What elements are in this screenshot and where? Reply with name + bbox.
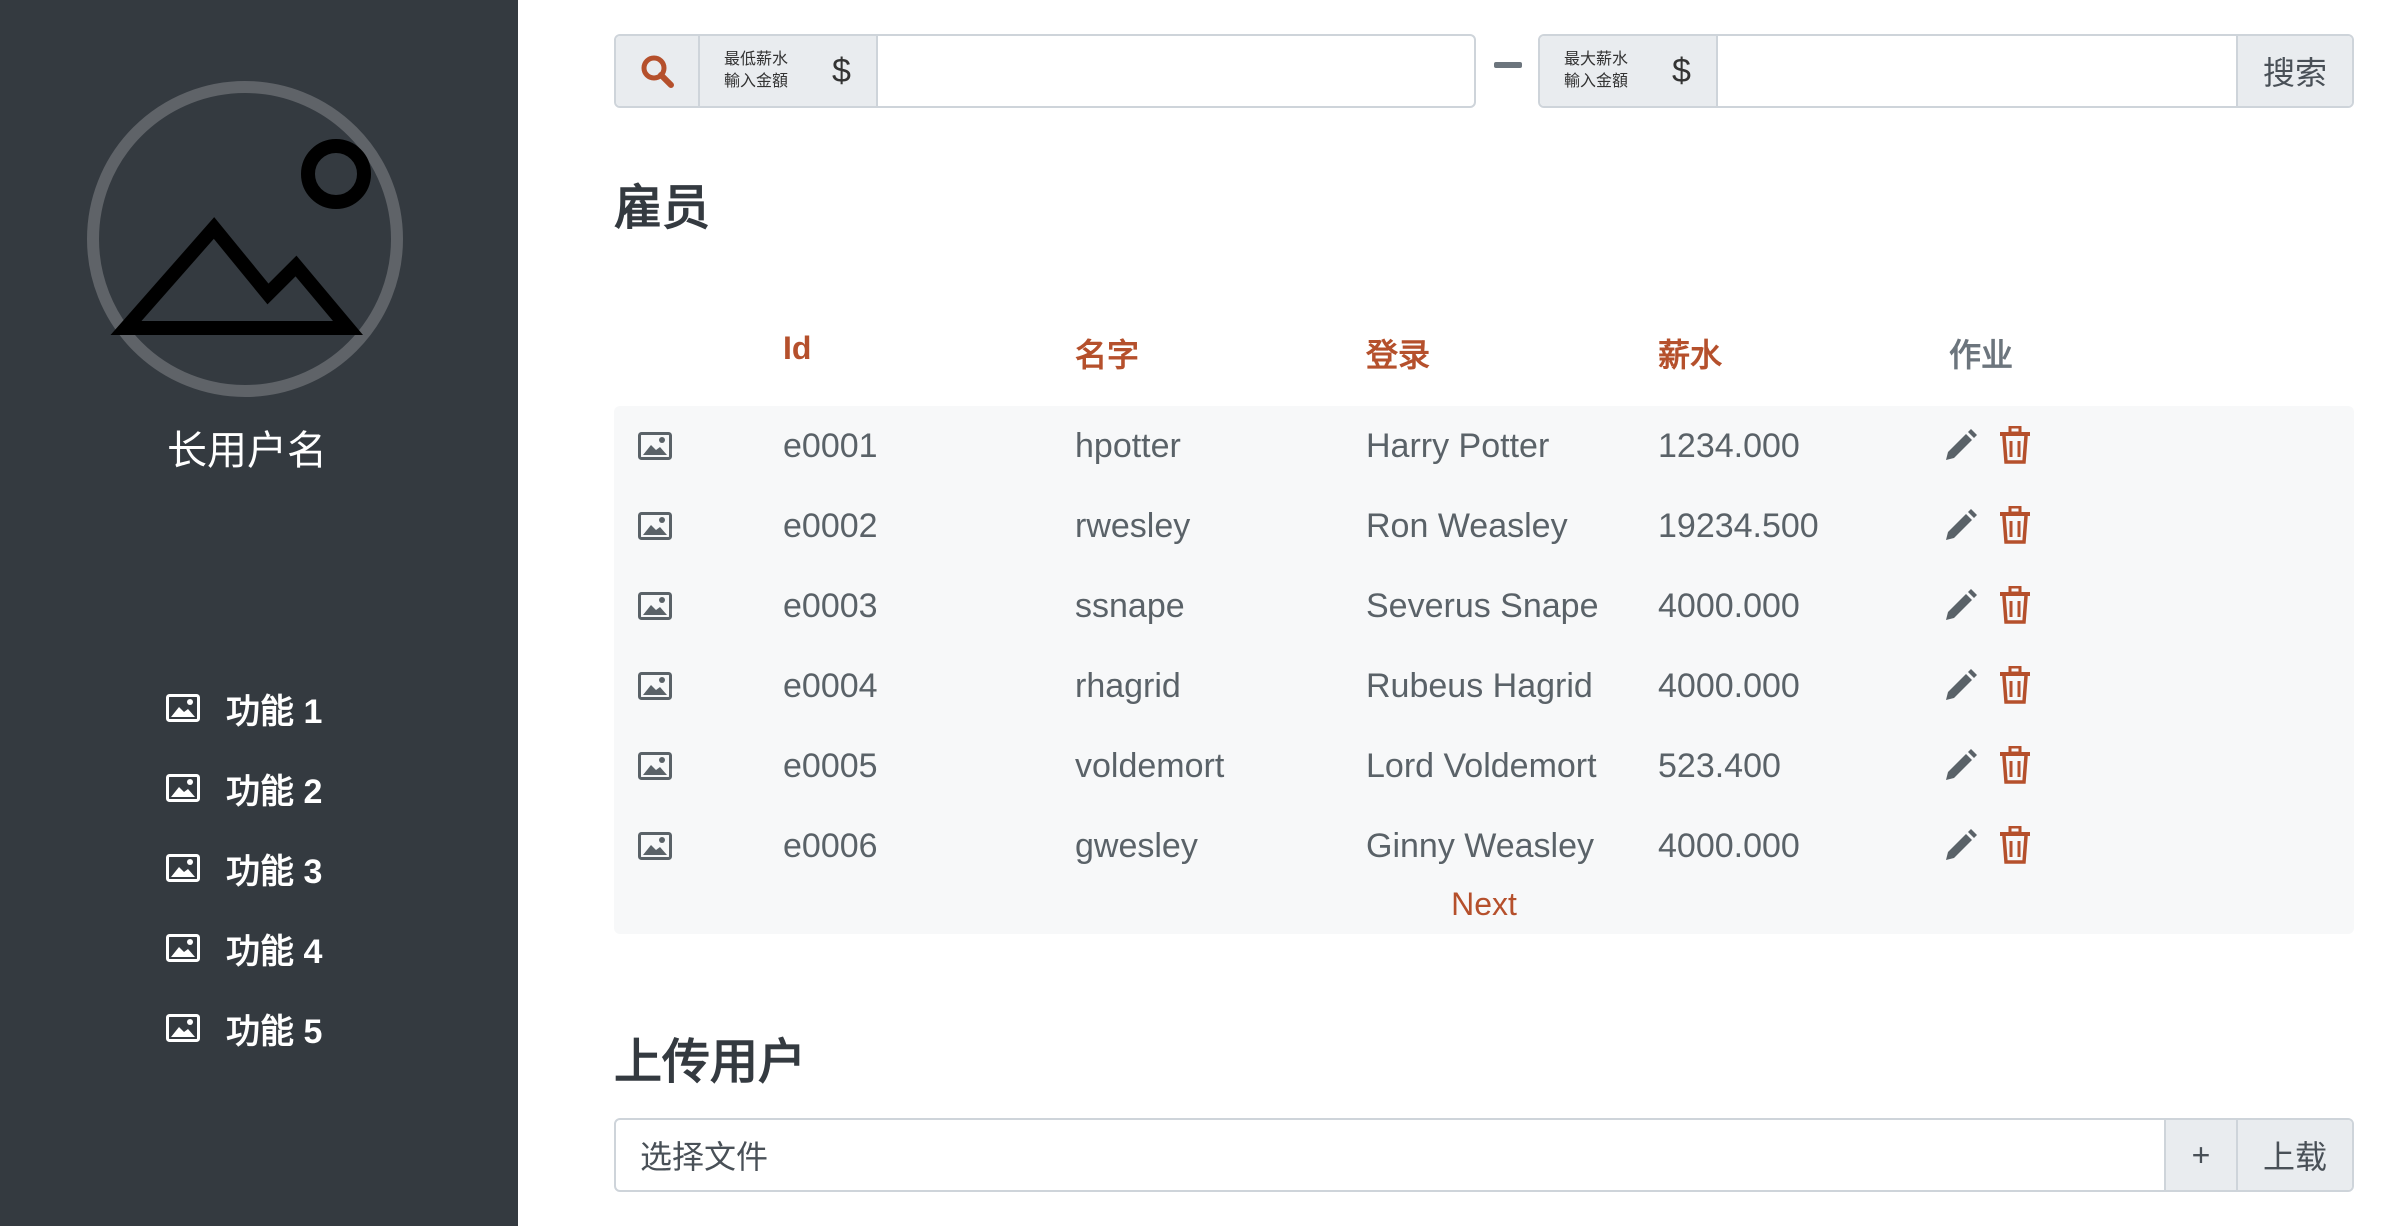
table-row: e0003 ssnape Severus Snape 4000.000 [614,566,2354,646]
currency-symbol: $ [832,51,851,90]
table-row: e0004 rhagrid Rubeus Hagrid 4000.000 [614,646,2354,726]
image-icon [166,694,200,722]
sidebar-item-4[interactable]: 功能 4 [166,908,322,988]
cell-name: rhagrid [1075,667,1181,705]
trash-icon[interactable] [2000,586,2030,624]
pencil-icon[interactable] [1942,588,1978,624]
cell-name: hpotter [1075,427,1181,465]
cell-salary: 19234.500 [1658,507,1819,545]
column-header-actions: 作业 [1949,337,2014,373]
cell-name: gwesley [1075,827,1198,865]
table-row: e0001 hpotter Harry Potter 1234.000 [614,406,2354,486]
min-salary-input[interactable] [878,36,1474,106]
cell-salary: 1234.000 [1658,427,1800,465]
trash-icon[interactable] [2000,426,2030,464]
cell-name: voldemort [1075,747,1225,785]
cell-id: e0003 [783,587,878,625]
search-icon-addon[interactable] [616,36,700,106]
column-header-salary[interactable]: 薪水 [1658,330,1722,376]
image-icon [638,752,672,780]
cell-id: e0004 [783,667,878,705]
trash-icon[interactable] [2000,746,2030,784]
max-salary-input[interactable] [1718,36,2236,106]
table-header: Id 名字 登录 薪水 作业 [614,320,2354,380]
sidebar-item-label: 功能 3 [226,852,323,891]
search-button[interactable]: 搜索 [2236,36,2352,106]
column-header-login[interactable]: 登录 [1366,330,1430,376]
upload-group: 选择文件 + 上载 [614,1118,2354,1192]
table-row: e0006 gwesley Ginny Weasley 4000.000 [614,806,2354,886]
table-row: e0002 rwesley Ron Weasley 19234.500 [614,486,2354,566]
image-icon [166,854,200,882]
image-icon [166,934,200,962]
min-salary-group: 最低薪水 輸入金額 $ [614,34,1476,108]
image-icon [638,592,672,620]
image-icon [638,832,672,860]
cell-name: ssnape [1075,587,1185,625]
trash-icon[interactable] [2000,826,2030,864]
cell-login: Ron Weasley [1366,507,1568,545]
min-salary-label-line1: 最低薪水 [724,51,789,68]
sidebar-item-5[interactable]: 功能 5 [166,988,322,1068]
username: 长用户名 [167,429,327,473]
sidebar-item-label: 功能 2 [226,772,323,811]
cell-login: Lord Voldemort [1366,747,1597,785]
file-select-input[interactable]: 选择文件 [616,1120,2164,1190]
min-salary-label: 最低薪水 輸入金額 $ [700,36,878,106]
sidebar-item-1[interactable]: 功能 1 [166,668,322,748]
cell-id: e0006 [783,827,878,865]
search-icon [641,55,674,88]
image-icon [166,774,200,802]
cell-salary: 4000.000 [1658,667,1800,705]
sidebar-item-2[interactable]: 功能 2 [166,748,322,828]
cell-login: Rubeus Hagrid [1366,667,1593,705]
trash-icon[interactable] [2000,666,2030,704]
cell-salary: 523.400 [1658,747,1781,785]
sidebar-item-label: 功能 1 [226,692,323,731]
sidebar-nav: 功能 1 功能 2 功能 3 功能 4 功能 5 [166,668,322,1068]
employees-title: 雇员 [614,182,711,235]
pencil-icon[interactable] [1942,668,1978,704]
cell-id: e0005 [783,747,878,785]
max-salary-label: 最大薪水 輸入金額 $ [1540,36,1718,106]
pencil-icon[interactable] [1942,508,1978,544]
cell-login: Ginny Weasley [1366,827,1595,865]
image-icon [166,1014,200,1042]
column-header-name[interactable]: 名字 [1075,330,1139,376]
pencil-icon[interactable] [1942,428,1978,464]
add-file-button[interactable]: + [2164,1120,2236,1190]
sidebar-item-3[interactable]: 功能 3 [166,828,322,908]
cell-salary: 4000.000 [1658,587,1800,625]
employees-table-body: e0001 hpotter Harry Potter 1234.000 e000… [614,406,2354,934]
image-icon [638,672,672,700]
upload-title: 上传用户 [614,1036,807,1089]
max-salary-label-line1: 最大薪水 [1564,51,1629,68]
trash-icon[interactable] [2000,506,2030,544]
upload-button[interactable]: 上载 [2236,1120,2352,1190]
sidebar: 长用户名 功能 1 功能 2 功能 3 功能 4 功能 5 [0,0,518,1226]
sidebar-item-label: 功能 5 [226,1012,323,1051]
max-salary-label-line2: 輸入金額 [1564,73,1629,90]
next-page-link[interactable]: Next [614,886,2354,923]
max-salary-group: 最大薪水 輸入金額 $ 搜索 [1538,34,2354,108]
table-row: e0005 voldemort Lord Voldemort 523.400 [614,726,2354,806]
pencil-icon[interactable] [1942,748,1978,784]
cell-id: e0002 [783,507,878,545]
image-placeholder-icon [87,81,403,397]
cell-name: rwesley [1075,507,1191,545]
sidebar-item-label: 功能 4 [226,932,323,971]
avatar [86,80,404,398]
min-salary-label-line2: 輸入金額 [724,73,789,90]
image-icon [638,432,672,460]
cell-id: e0001 [783,427,878,465]
pencil-icon[interactable] [1942,828,1978,864]
column-header-id[interactable]: Id [783,330,811,367]
cell-login: Harry Potter [1366,427,1550,465]
cell-salary: 4000.000 [1658,827,1800,865]
cell-login: Severus Snape [1366,587,1599,625]
range-separator [1494,62,1522,68]
currency-symbol: $ [1672,51,1691,90]
image-icon [638,512,672,540]
